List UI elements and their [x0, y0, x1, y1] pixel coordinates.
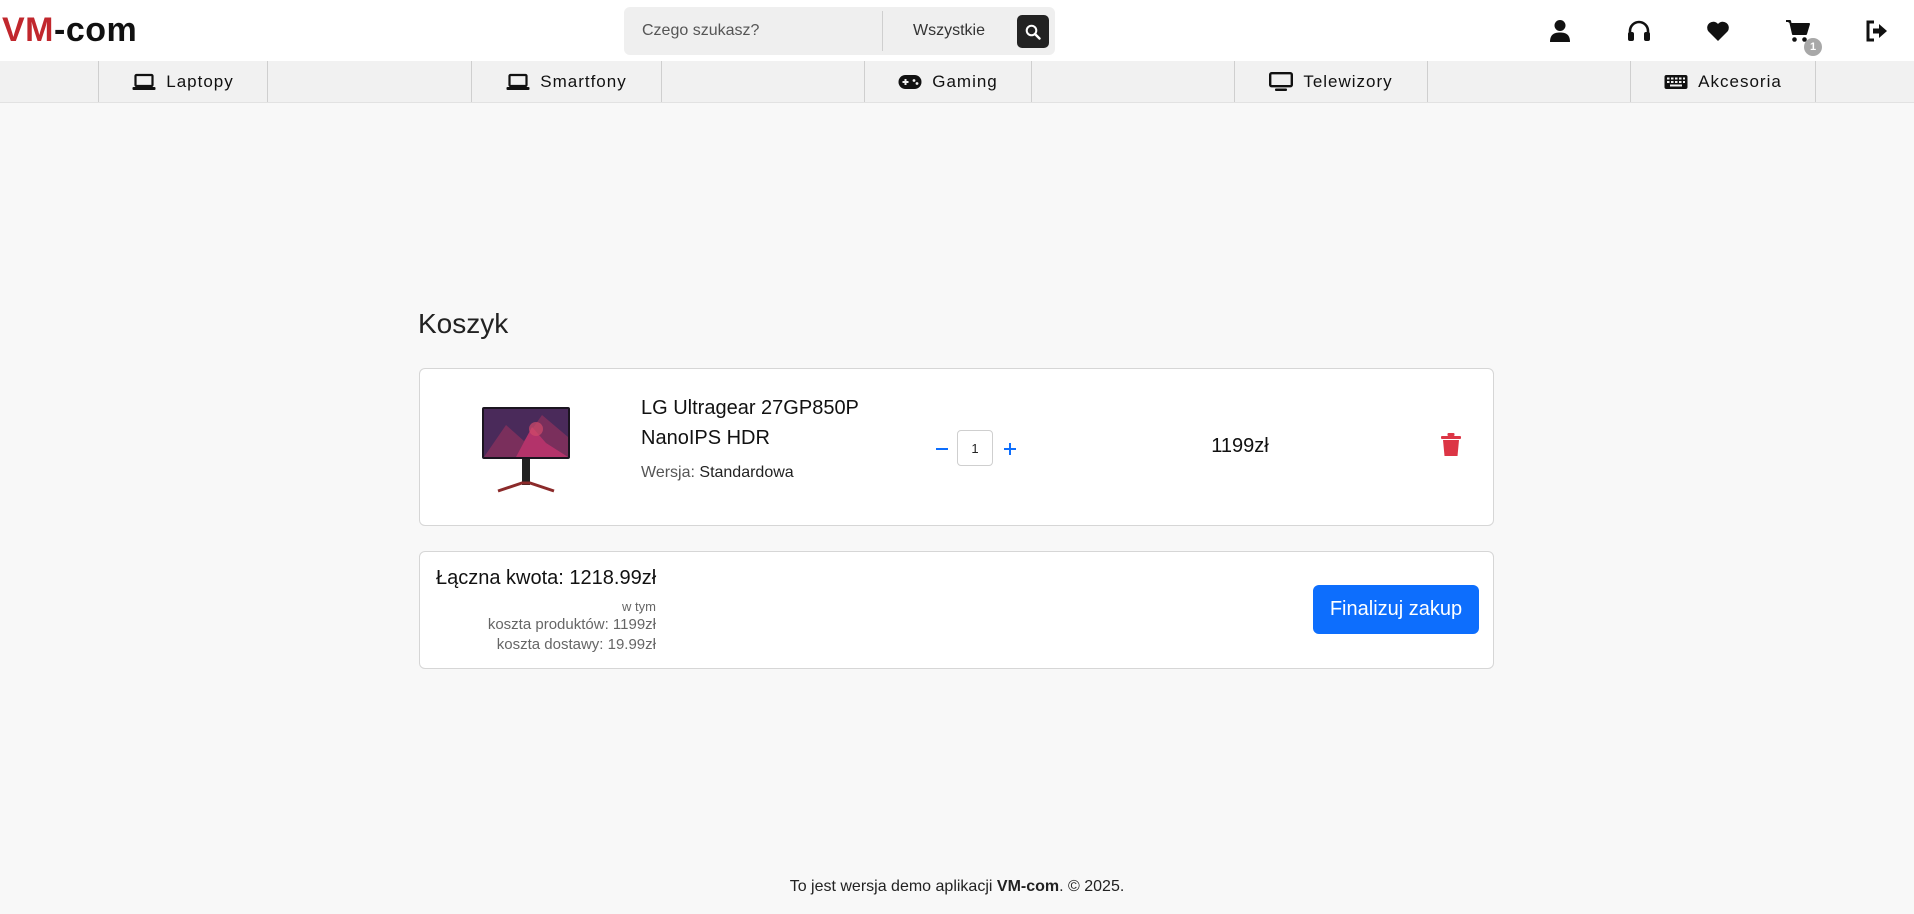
footer-text-after: . © 2025. — [1059, 878, 1125, 895]
laptop-icon — [132, 73, 156, 90]
category-label: Gaming — [932, 71, 998, 91]
item-price: 1199zł — [1211, 435, 1269, 457]
search-icon — [1025, 24, 1041, 40]
product-image[interactable] — [476, 397, 576, 497]
page-title: Koszyk — [418, 308, 509, 339]
headphones-icon — [1628, 20, 1650, 41]
logo[interactable]: VM-com — [2, 10, 137, 50]
support-button[interactable] — [1623, 15, 1655, 47]
category-label: Akcesoria — [1698, 71, 1782, 91]
search-button[interactable] — [1017, 15, 1049, 48]
category-smartfony[interactable]: Smartfony — [471, 61, 662, 102]
total-amount: Łączna kwota: 1218.99zł — [436, 567, 657, 589]
order-summary-card: Łączna kwota: 1218.99zł w tym koszta pro… — [419, 551, 1494, 669]
search-category-select[interactable]: Wszystkie — [883, 7, 1015, 55]
checkout-button[interactable]: Finalizuj zakup — [1313, 585, 1479, 634]
quantity-input[interactable] — [957, 430, 993, 466]
footer-brand: VM-com — [996, 878, 1060, 895]
category-akcesoria[interactable]: Akcesoria — [1630, 61, 1816, 102]
category-nav: Laptopy Smartfony Gaming Telewizory Akce… — [0, 61, 1914, 103]
category-telewizory[interactable]: Telewizory — [1234, 61, 1428, 102]
user-icon — [1550, 20, 1570, 42]
delivery-cost: koszta dostawy: 19.99zł — [496, 636, 656, 653]
including-label: w tym — [622, 599, 656, 614]
heart-icon — [1707, 21, 1729, 41]
search-input[interactable] — [624, 7, 882, 55]
trash-icon — [1441, 433, 1461, 456]
product-version: Wersja: Standardowa — [641, 464, 794, 482]
logout-button[interactable] — [1861, 15, 1893, 47]
category-label: Smartfony — [540, 71, 627, 91]
category-label: Laptopy — [166, 71, 234, 91]
category-laptopy[interactable]: Laptopy — [98, 61, 268, 102]
cart-item-card: LG Ultragear 27GP850P NanoIPS HDR Wersja… — [419, 368, 1494, 526]
search-bar: Wszystkie — [624, 7, 1055, 55]
tv-icon — [1269, 71, 1294, 91]
footer-text-before: To jest wersja demo aplikacji — [789, 878, 997, 895]
monitor-image — [482, 407, 570, 493]
version-label: Wersja: — [641, 464, 695, 481]
increase-quantity-button[interactable] — [1000, 435, 1020, 463]
wishlist-button[interactable] — [1702, 15, 1734, 47]
minus-icon — [936, 448, 948, 450]
account-button[interactable] — [1544, 15, 1576, 47]
category-label: Telewizory — [1303, 71, 1393, 91]
cost-breakdown: w tym koszta produktów: 1199zł koszta do… — [436, 599, 656, 655]
logout-icon — [1866, 20, 1887, 42]
decrease-quantity-button[interactable] — [932, 435, 952, 463]
footer: To jest wersja demo aplikacji VM-com. © … — [0, 878, 1914, 896]
gamepad-icon — [898, 74, 922, 89]
category-gaming[interactable]: Gaming — [864, 61, 1032, 102]
top-header: VM-com Wszystkie — [0, 0, 1914, 61]
products-cost: koszta produktów: 1199zł — [487, 616, 656, 633]
logo-part-com: -com — [54, 11, 138, 49]
laptop-icon — [506, 73, 530, 90]
product-name[interactable]: LG Ultragear 27GP850P NanoIPS HDR — [641, 393, 871, 453]
keyboard-icon — [1664, 74, 1688, 89]
remove-item-button[interactable] — [1441, 433, 1461, 457]
plus-icon — [1004, 443, 1016, 455]
version-value: Standardowa — [699, 464, 794, 481]
cart-count-badge: 1 — [1804, 38, 1822, 56]
logo-part-vm: VM — [2, 11, 54, 49]
